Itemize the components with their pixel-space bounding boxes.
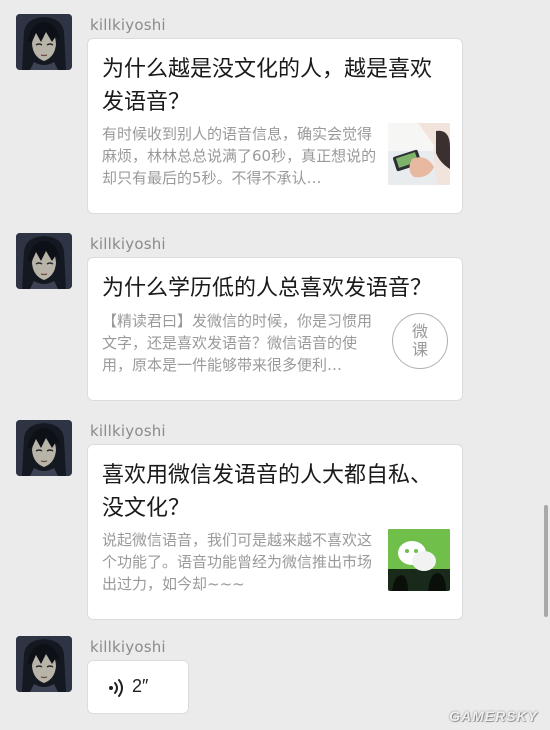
avatar-illustration — [16, 233, 72, 289]
avatar-illustration — [16, 636, 72, 692]
article-summary: 【精读君曰】发微信的时候，你是习惯用文字，还是喜欢发语音？微信语音的使用，原本是… — [102, 312, 373, 374]
weike-badge-icon: 微 课 — [392, 313, 448, 369]
article-summary: 有时候收到别人的语音信息，确实会觉得麻烦，林林总总说满了60秒，真正想说的却只有… — [102, 125, 377, 187]
article-card[interactable]: 为什么学历低的人总喜欢发语音？ 【精读君曰】发微信的时候，你是习惯用文字，还是喜… — [87, 257, 463, 401]
avatar[interactable] — [16, 233, 72, 289]
article-card[interactable]: 为什么越是没文化的人，越是喜欢发语音？ 有时候收到别人的语音信息，确实会觉得麻烦… — [87, 38, 463, 214]
article-card[interactable]: 喜欢用微信发语音的人大都自私、没文化？ 说起微信语音，我们可是越来越不喜欢这个功… — [87, 444, 463, 620]
avatar-illustration — [16, 14, 72, 70]
article-summary: 说起微信语音，我们可是越来越不喜欢这个功能了。语音功能曾经为微信推出市场出过力，… — [102, 531, 373, 593]
sender-name: killkiyoshi — [90, 16, 166, 34]
article-title: 为什么越是没文化的人，越是喜欢发语音？ — [102, 57, 433, 115]
avatar[interactable] — [16, 14, 72, 70]
avatar[interactable] — [16, 636, 72, 692]
article-title: 喜欢用微信发语音的人大都自私、没文化？ — [102, 463, 433, 521]
avatar[interactable] — [16, 420, 72, 476]
scrollbar[interactable] — [544, 505, 548, 617]
chat-screen: killkiyoshi 为什么越是没文化的人，越是喜欢发语音？ 有时候收到别人的… — [0, 0, 550, 730]
wechat-logo-icon — [388, 529, 450, 591]
voice-wave-icon — [109, 679, 123, 697]
voice-duration: 2″ — [132, 676, 149, 696]
sender-name: killkiyoshi — [90, 422, 166, 440]
voice-message-bubble[interactable]: 2″ — [87, 660, 189, 714]
article-title: 为什么学历低的人总喜欢发语音？ — [102, 276, 433, 301]
sender-name: killkiyoshi — [90, 235, 166, 253]
watermark: GAMERSKY — [449, 708, 538, 724]
avatar-illustration — [16, 420, 72, 476]
sender-name: killkiyoshi — [90, 638, 166, 656]
phone-photo-icon — [388, 123, 450, 185]
